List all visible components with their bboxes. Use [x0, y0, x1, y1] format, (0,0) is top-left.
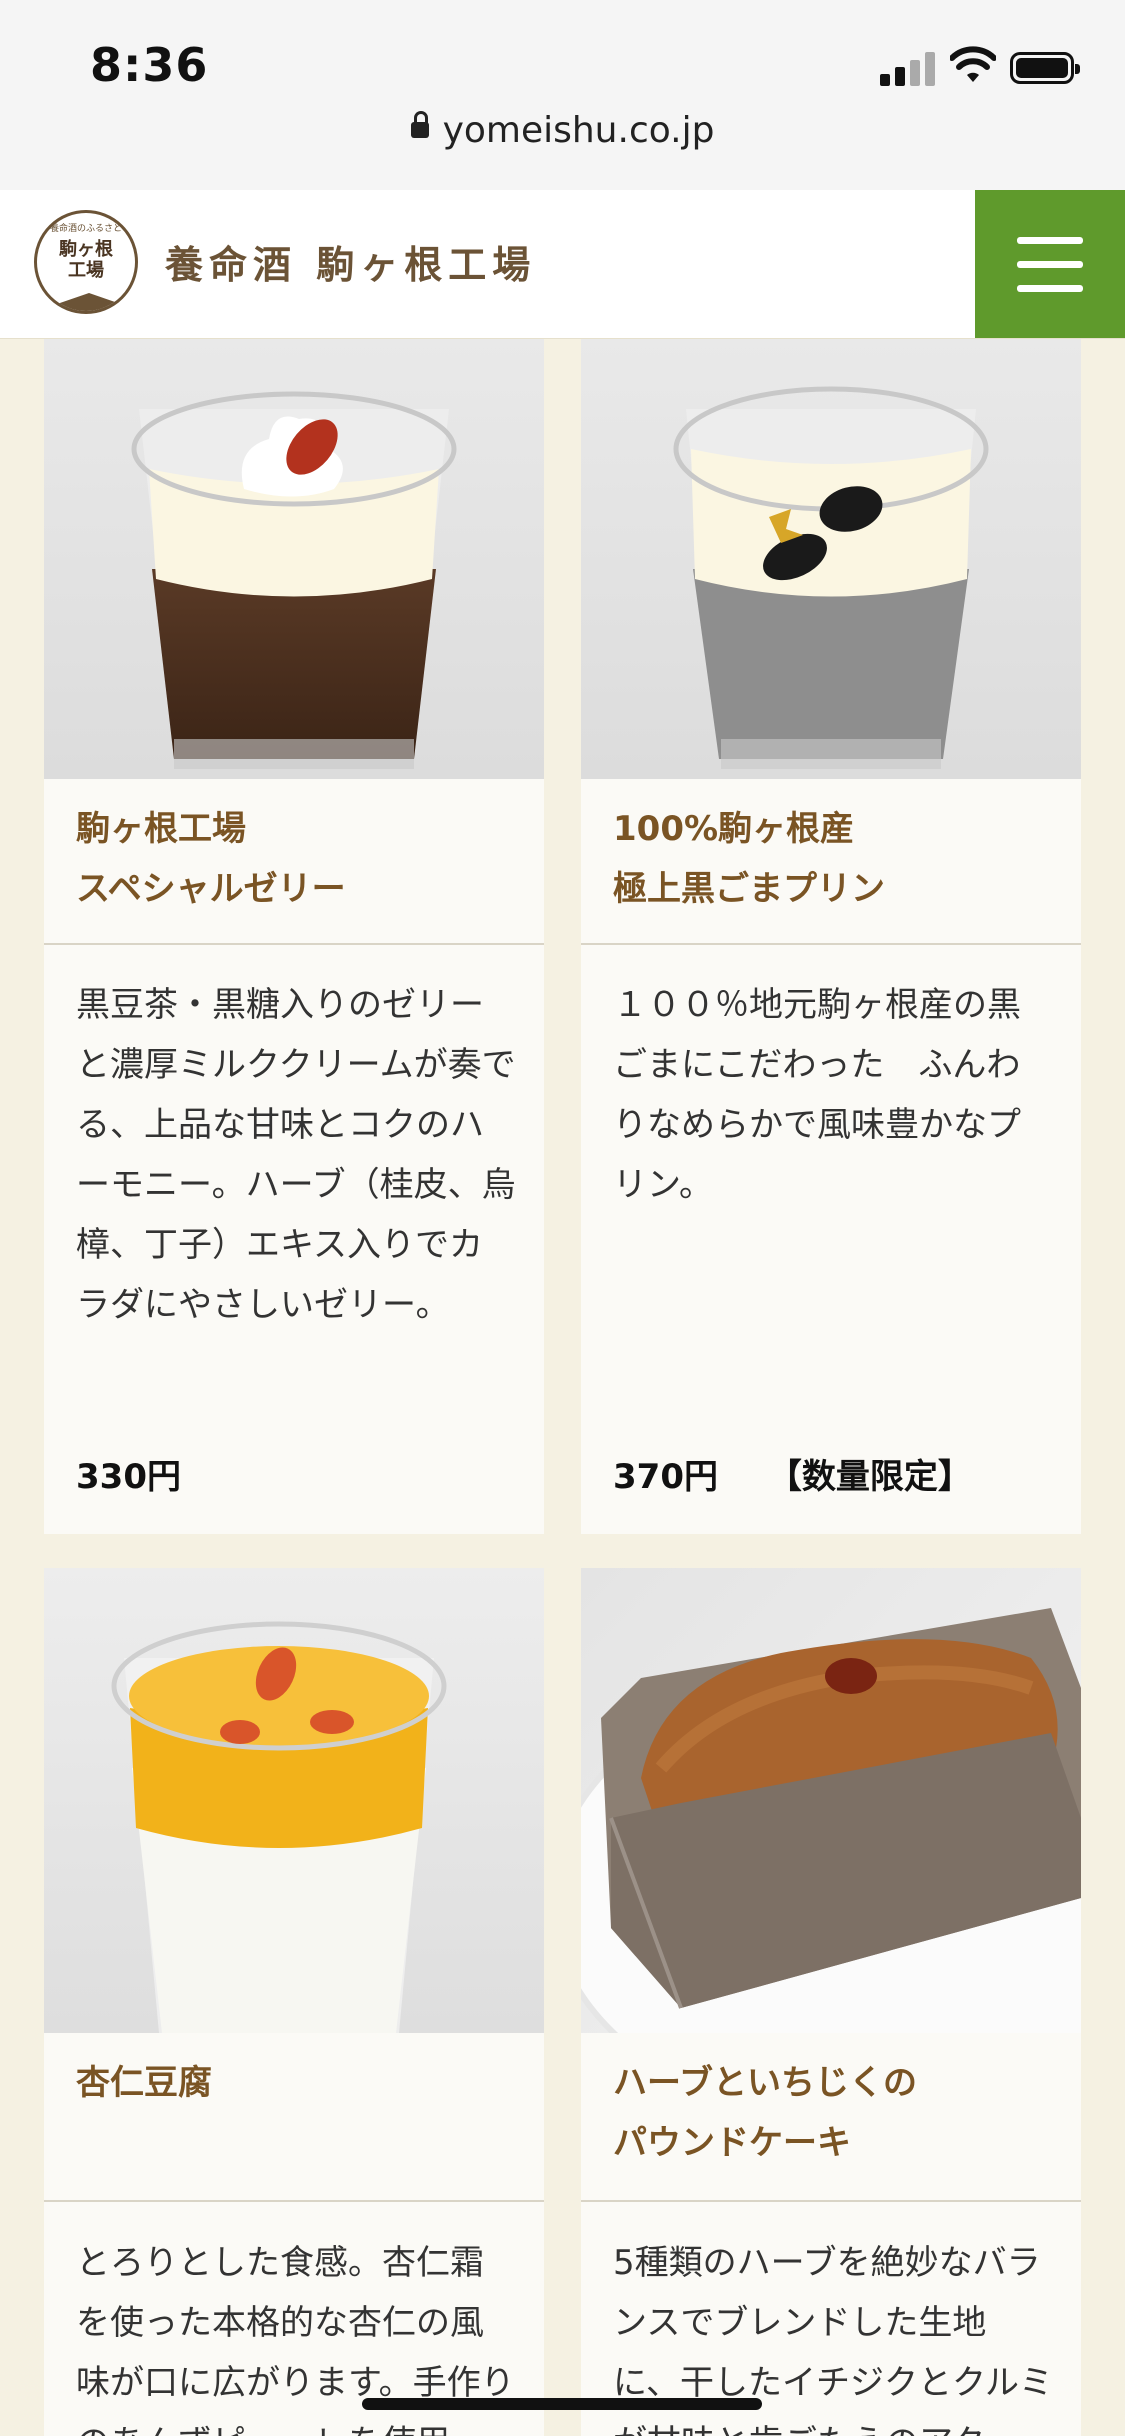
- divider: [44, 2200, 544, 2202]
- product-description: 黒豆茶・黒糖入りのゼリーと濃厚ミルククリームが奏でる、上品な甘味とコクのハーモニ…: [76, 985, 516, 1325]
- address-bar[interactable]: yomeishu.co.jp: [0, 110, 1125, 151]
- hamburger-menu-button[interactable]: [975, 190, 1125, 338]
- product-card[interactable]: 100%駒ヶ根産 極上黒ごまプリン １００％地元駒ヶ根産の黒ごまにこだわった ふ…: [581, 339, 1081, 1534]
- product-title[interactable]: 100%駒ヶ根産 極上黒ごまプリン: [613, 799, 885, 919]
- product-title[interactable]: 杏仁豆腐: [76, 2053, 212, 2113]
- site-title[interactable]: 養命酒 駒ヶ根工場: [165, 234, 536, 289]
- status-time: 8:36: [90, 38, 209, 92]
- battery-icon: [1010, 52, 1080, 84]
- product-title[interactable]: 駒ヶ根工場 スペシャルゼリー: [76, 799, 346, 919]
- product-card[interactable]: 杏仁豆腐 とろりとした食感。杏仁霜を使った本格的な杏仁の風味が口に広がります。手…: [44, 1568, 544, 2436]
- product-card[interactable]: 駒ヶ根工場 スペシャルゼリー 黒豆茶・黒糖入りのゼリーと濃厚ミルククリームが奏で…: [44, 339, 544, 1534]
- product-price: 330円: [76, 1457, 181, 1497]
- wifi-icon: [950, 46, 996, 82]
- divider: [581, 943, 1081, 945]
- status-bar: 8:36 yomeishu.co.jp: [0, 0, 1125, 191]
- logo-arc-text: 養命酒のふるさと: [49, 224, 122, 234]
- divider: [44, 943, 544, 945]
- pound-cake-image: [581, 1568, 1081, 2033]
- lock-icon: [410, 111, 429, 138]
- divider: [581, 2200, 1081, 2202]
- product-card[interactable]: ハーブといちじくの パウンドケーキ 5種類のハーブを絶妙なバランスでブレンドした…: [581, 1568, 1081, 2436]
- product-description: １００％地元駒ヶ根産の黒ごまにこだわった ふんわりなめらかで風味豊かなプリン。: [613, 985, 1021, 1205]
- limited-quantity-badge: 【数量限定】: [767, 1457, 972, 1497]
- almond-tofu-image: [44, 1568, 544, 2033]
- site-logo[interactable]: 養命酒のふるさと 駒ヶ根 工場: [34, 210, 138, 314]
- home-indicator: [362, 2398, 762, 2410]
- cellular-signal-icon: [880, 52, 936, 86]
- mountain-icon: [37, 293, 135, 311]
- logo-name: 駒ヶ根 工場: [59, 239, 113, 281]
- product-price: 370円 【数量限定】: [613, 1457, 972, 1497]
- site-header: 養命酒のふるさと 駒ヶ根 工場 養命酒 駒ヶ根工場: [0, 190, 1125, 339]
- jelly-cup-image: [44, 339, 544, 779]
- url-text: yomeishu.co.jp: [442, 110, 715, 151]
- sesame-pudding-image: [581, 339, 1081, 779]
- product-title[interactable]: ハーブといちじくの パウンドケーキ: [613, 2053, 917, 2173]
